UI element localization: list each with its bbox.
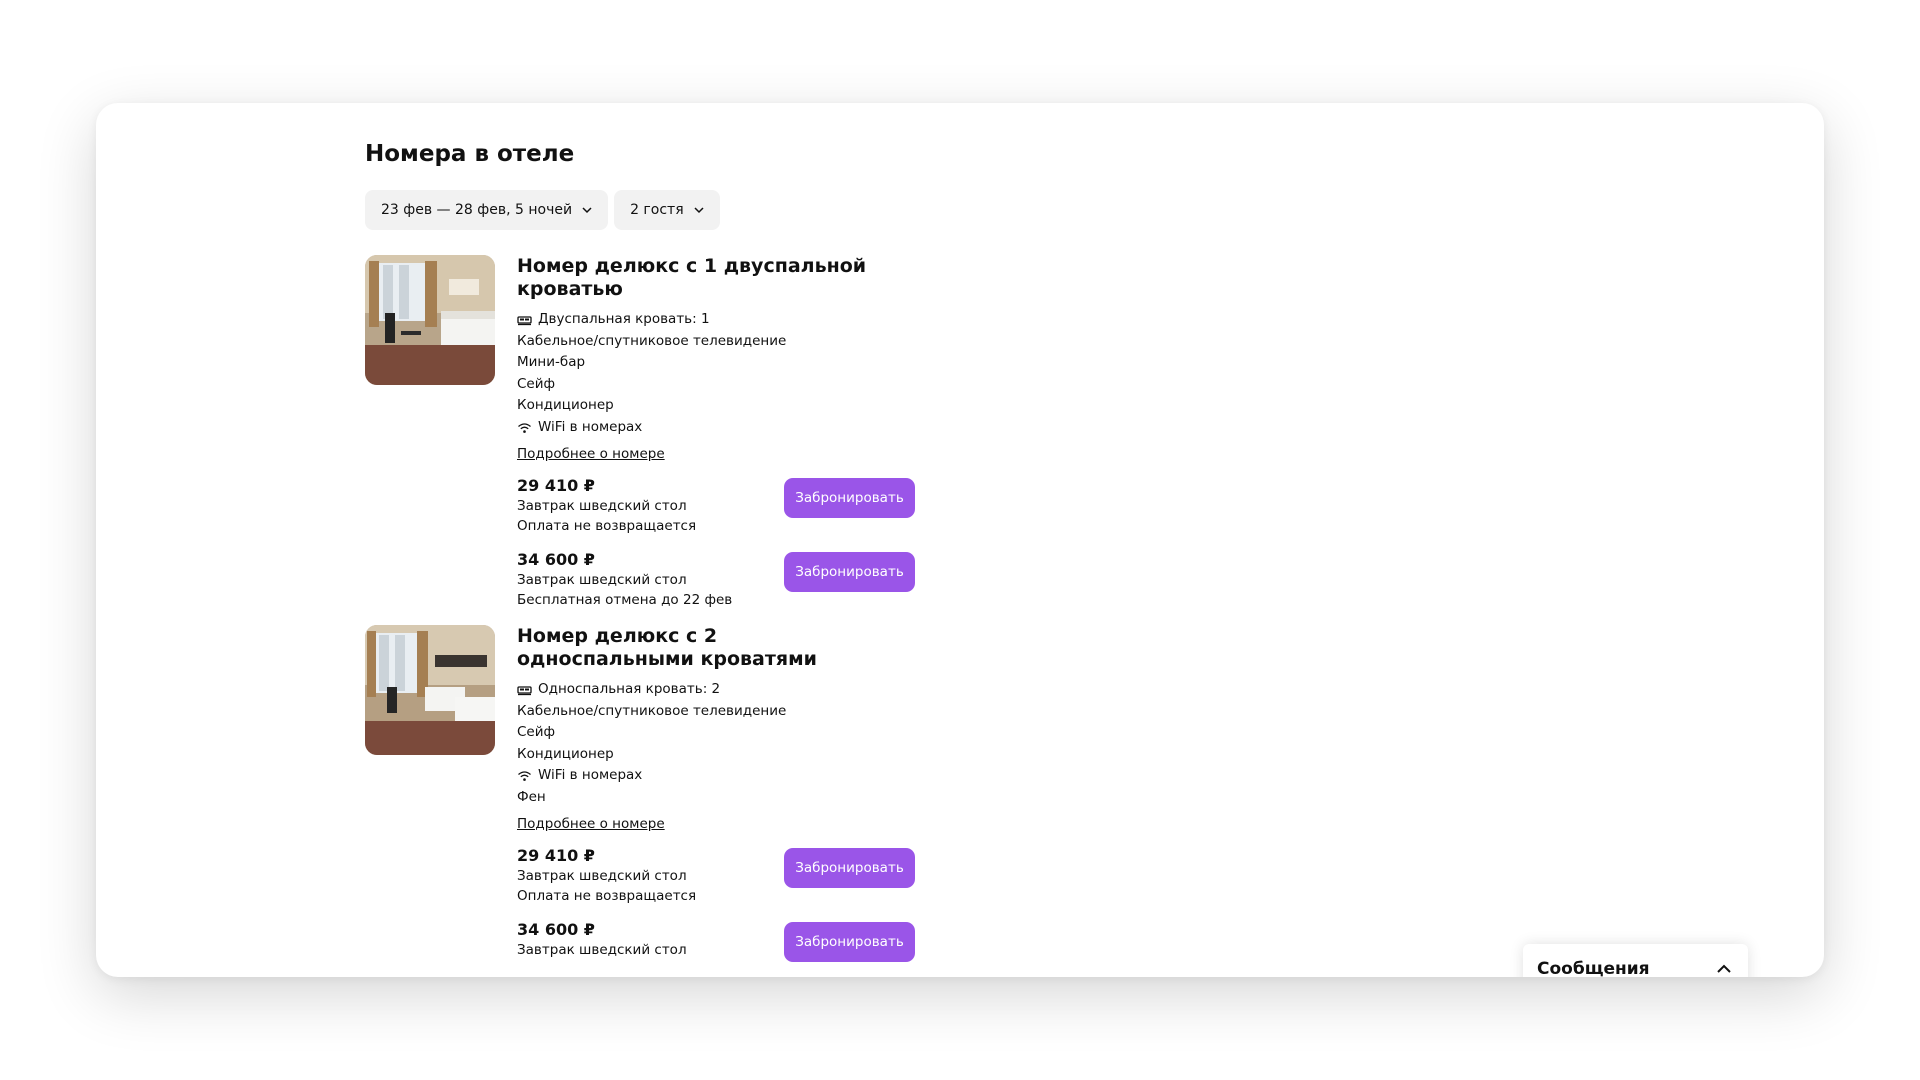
filters-bar: 23 фев — 28 фев, 5 ночей 2 гостя xyxy=(365,190,720,230)
chevron-down-icon xyxy=(582,207,592,214)
bed-icon xyxy=(517,316,532,325)
book-button[interactable]: Забронировать xyxy=(784,477,915,518)
dates-filter[interactable]: 23 фев — 28 фев, 5 ночей xyxy=(365,190,609,230)
page-title: Номера в отеле xyxy=(365,141,575,167)
room-feature: Кабельное/спутниковое телевидение xyxy=(517,702,787,719)
room-feature: Кондиционер xyxy=(517,745,614,762)
browser-window: Номера в отеле 23 фев — 28 фев, 5 ночей … xyxy=(96,103,1824,977)
room-details-link[interactable]: Подробнее о номере xyxy=(517,446,665,462)
wifi-icon xyxy=(518,423,531,433)
room-title: Номер делюкс с 1 двуспальной кроватью xyxy=(517,255,867,300)
messages-label: Сообщения xyxy=(1537,959,1650,977)
room-info: Номер делюкс с 1 двуспальной кроватью Дв… xyxy=(517,255,937,626)
rate-option: 34 600 ₽ Завтрак шведский стол Заброниро… xyxy=(517,920,937,977)
room-feature: Кабельное/спутниковое телевидение xyxy=(517,332,787,349)
rate-option: 29 410 ₽ Завтрак шведский стол Оплата не… xyxy=(517,476,937,552)
rate-policy: Бесплатная отмена до 22 фев xyxy=(517,591,733,608)
room-feature: WiFi в номерах xyxy=(517,417,937,439)
book-button[interactable]: Забронировать xyxy=(784,847,915,888)
book-button[interactable]: Забронировать xyxy=(784,921,915,962)
chevron-down-icon xyxy=(694,207,704,214)
rate-policy: Оплата не возвращается xyxy=(517,517,697,534)
rate-option: 29 410 ₽ Завтрак шведский стол Оплата не… xyxy=(517,846,937,922)
room-feature: Мини-бар xyxy=(517,354,586,371)
room-feature: Односпальная кровать: 2 xyxy=(517,679,937,701)
book-button[interactable]: Забронировать xyxy=(784,551,915,592)
room-feature: WiFi в номерах xyxy=(517,765,937,787)
room-feature: Сейф xyxy=(517,375,556,392)
room-details-link[interactable]: Подробнее о номере xyxy=(517,816,665,832)
room-info: Номер делюкс с 2 односпальными кроватями… xyxy=(517,625,937,977)
rate-policy: Оплата не возвращается xyxy=(517,887,697,904)
room-photo[interactable] xyxy=(365,255,495,385)
room-feature: Сейф xyxy=(517,724,556,741)
rate-option: 34 600 ₽ Завтрак шведский стол Бесплатна… xyxy=(517,550,937,626)
room-feature: Фен xyxy=(517,788,546,805)
bed-icon xyxy=(517,686,532,695)
chevron-up-icon[interactable] xyxy=(1716,964,1732,974)
room-feature: Кондиционер xyxy=(517,397,614,414)
messages-widget[interactable]: Сообщения xyxy=(1523,944,1748,977)
room-photo[interactable] xyxy=(365,625,495,755)
dates-filter-label: 23 фев — 28 фев, 5 ночей xyxy=(381,202,573,218)
room-title: Номер делюкс с 2 односпальными кроватями xyxy=(517,625,817,670)
room-feature: Двуспальная кровать: 1 xyxy=(517,309,937,331)
guests-filter-label: 2 гостя xyxy=(630,202,684,218)
wifi-icon xyxy=(518,771,531,782)
guests-filter[interactable]: 2 гостя xyxy=(614,190,720,230)
